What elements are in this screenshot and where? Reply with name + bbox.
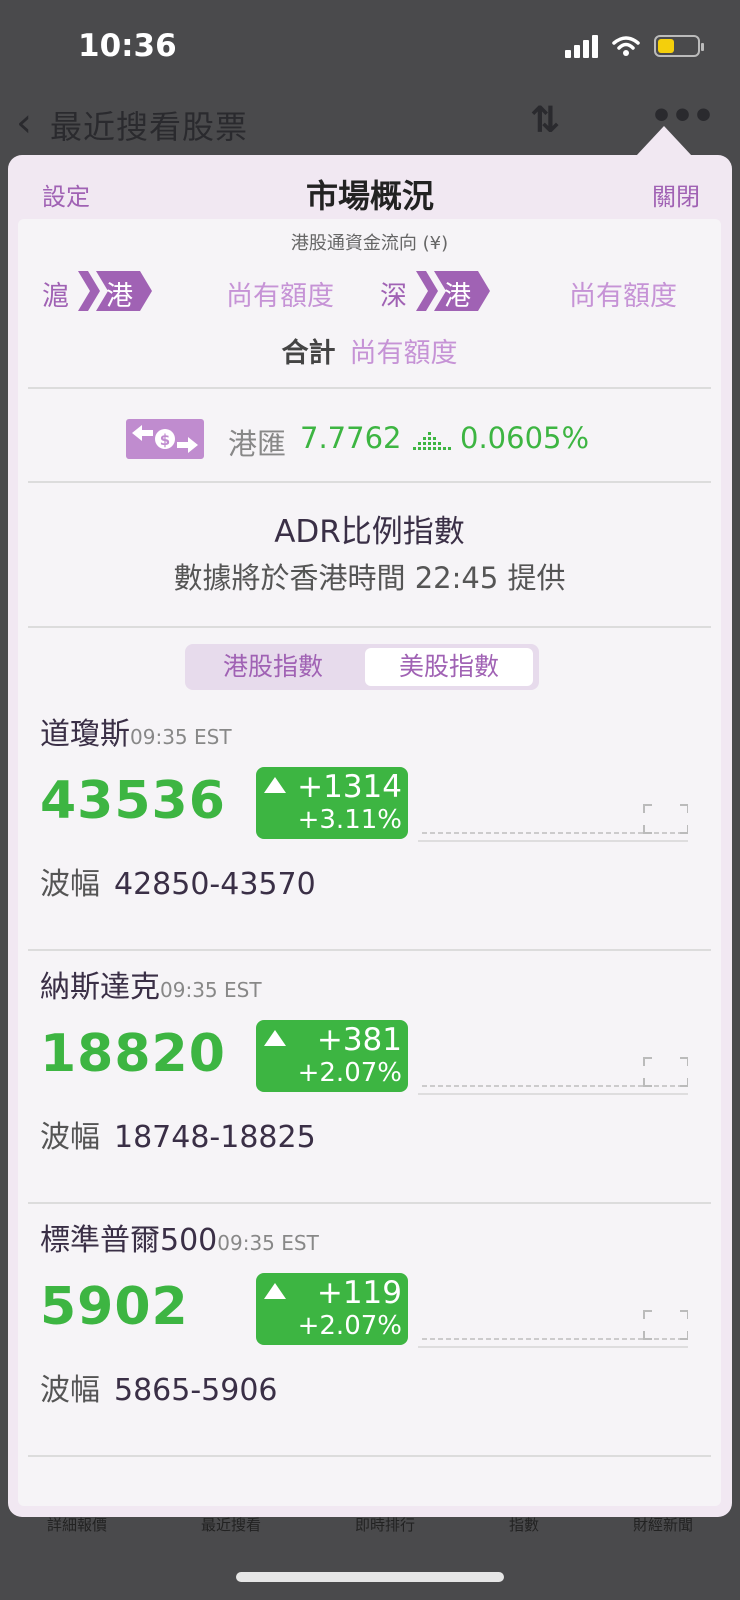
intraday-sparkline [418, 1310, 688, 1348]
hk-label: 港 [444, 281, 471, 312]
divider [28, 626, 711, 628]
adr-section: ADR比例指數 數據將於香港時間 22:45 提供 [18, 504, 721, 597]
index-range: 波幅 18748-18825 [40, 1120, 316, 1155]
popover-header: 設定 市場概況 關閉 [8, 155, 732, 219]
index-card-nasdaq[interactable]: 納斯達克09:35 EST 18820 +381 +2.07% 波幅 18748-… [18, 952, 721, 1204]
index-change: +1314 [297, 769, 402, 805]
index-time: 09:35 EST [130, 725, 232, 749]
market-overview-popover: 設定 市場概況 關閉 港股通資金流向 (¥) 滬 港 尚有額度 深 港 尚有額度… [8, 155, 732, 1517]
divider [28, 481, 711, 483]
adr-subtitle: 數據將於香港時間 22:45 提供 [173, 561, 566, 595]
tab-us-indices[interactable]: 美股指數 [365, 648, 533, 686]
index-change: +381 [316, 1022, 402, 1058]
shenzhen-to-hk-arrow: 港 [416, 271, 492, 312]
back-chevron-icon[interactable]: ‹ [16, 100, 32, 146]
index-price: 43536 [40, 771, 226, 831]
wifi-icon [612, 36, 640, 56]
background-page-title: 最近搜看股票 [50, 108, 249, 146]
intraday-sparkline [418, 804, 688, 842]
index-range: 波幅 42850-43570 [40, 867, 316, 902]
capital-flow-row: 滬 港 尚有額度 深 港 尚有額度 [18, 271, 721, 312]
up-triangle-icon [264, 1030, 286, 1046]
expand-icon [643, 1310, 688, 1340]
change-badge: +1314 +3.11% [256, 767, 408, 839]
shanghai-to-hk-arrow: 港 [78, 271, 154, 312]
battery-icon [654, 35, 704, 57]
index-tab-switcher: 港股指數 美股指數 [185, 644, 539, 690]
home-indicator [236, 1572, 504, 1582]
up-triangle-icon [264, 1283, 286, 1299]
index-time: 09:35 EST [160, 978, 262, 1002]
status-icons [565, 34, 704, 58]
close-button[interactable]: 關閉 [652, 177, 700, 212]
index-change-percent: +3.11% [297, 805, 402, 835]
sort-icon[interactable]: ⇅ [530, 100, 560, 141]
up-triangle-icon [264, 777, 286, 793]
popover-title: 市場概況 [305, 177, 434, 215]
signal-icon [565, 34, 598, 58]
divider [28, 387, 711, 389]
svg-text:$: $ [160, 431, 170, 449]
divider [28, 1202, 711, 1204]
index-card-dow[interactable]: 道瓊斯09:35 EST 43536 +1314 +3.11% 波幅 42850-… [18, 699, 721, 951]
status-bar: 10:36 [0, 0, 740, 96]
intraday-sparkline [418, 1057, 688, 1095]
popover-arrow [636, 126, 692, 156]
up-trend-icon [413, 432, 451, 450]
popover-content: 港股通資金流向 (¥) 滬 港 尚有額度 深 港 尚有額度 合計 尚有額度 $ … [18, 219, 721, 1506]
index-change-percent: +2.07% [297, 1058, 402, 1088]
hkd-rate: 7.7762 [300, 421, 402, 455]
total-label: 合計 [281, 338, 336, 369]
currency-exchange-icon: $ [126, 419, 204, 459]
adr-title: ADR比例指數 [274, 514, 465, 550]
divider [28, 1455, 711, 1457]
index-price: 5902 [40, 1277, 189, 1337]
index-card-sp500[interactable]: 標準普爾50009:35 EST 5902 +119 +2.07% 波幅 5865… [18, 1205, 721, 1457]
hkd-change: 0.0605% [460, 421, 590, 455]
tab-hk-indices[interactable]: 港股指數 [189, 648, 357, 686]
change-badge: +119 +2.07% [256, 1273, 408, 1345]
index-name: 道瓊斯09:35 EST [40, 717, 232, 752]
index-name: 納斯達克09:35 EST [40, 970, 262, 1005]
capital-flow-total: 合計 尚有額度 [18, 331, 721, 370]
index-price: 18820 [40, 1024, 226, 1084]
index-name: 標準普爾50009:35 EST [40, 1223, 319, 1258]
capital-flow-section: 港股通資金流向 (¥) 滬 港 尚有額度 深 港 尚有額度 合計 尚有額度 [18, 219, 721, 389]
divider [28, 949, 711, 951]
shenzhen-label: 深 [380, 281, 407, 312]
background-nav-bar: ‹ 最近搜看股票 ⇅ ••• [0, 96, 740, 156]
hk-label: 港 [106, 281, 133, 312]
shanghai-quota: 尚有額度 [226, 281, 334, 312]
status-time: 10:36 [78, 28, 177, 64]
change-badge: +381 +2.07% [256, 1020, 408, 1092]
expand-icon [643, 1057, 688, 1087]
hkd-exchange-row: $ 港匯 7.7762 0.0605% [18, 409, 721, 469]
index-change: +119 [316, 1275, 402, 1311]
index-change-percent: +2.07% [297, 1311, 402, 1341]
shanghai-label: 滬 [42, 281, 69, 312]
total-quota: 尚有額度 [349, 338, 458, 369]
capital-flow-title: 港股通資金流向 (¥) [290, 233, 449, 254]
expand-icon [643, 804, 688, 834]
hkd-label: 港匯 [228, 427, 287, 461]
index-range: 波幅 5865-5906 [40, 1373, 278, 1408]
shenzhen-quota: 尚有額度 [569, 281, 677, 312]
index-time: 09:35 EST [217, 1231, 319, 1255]
